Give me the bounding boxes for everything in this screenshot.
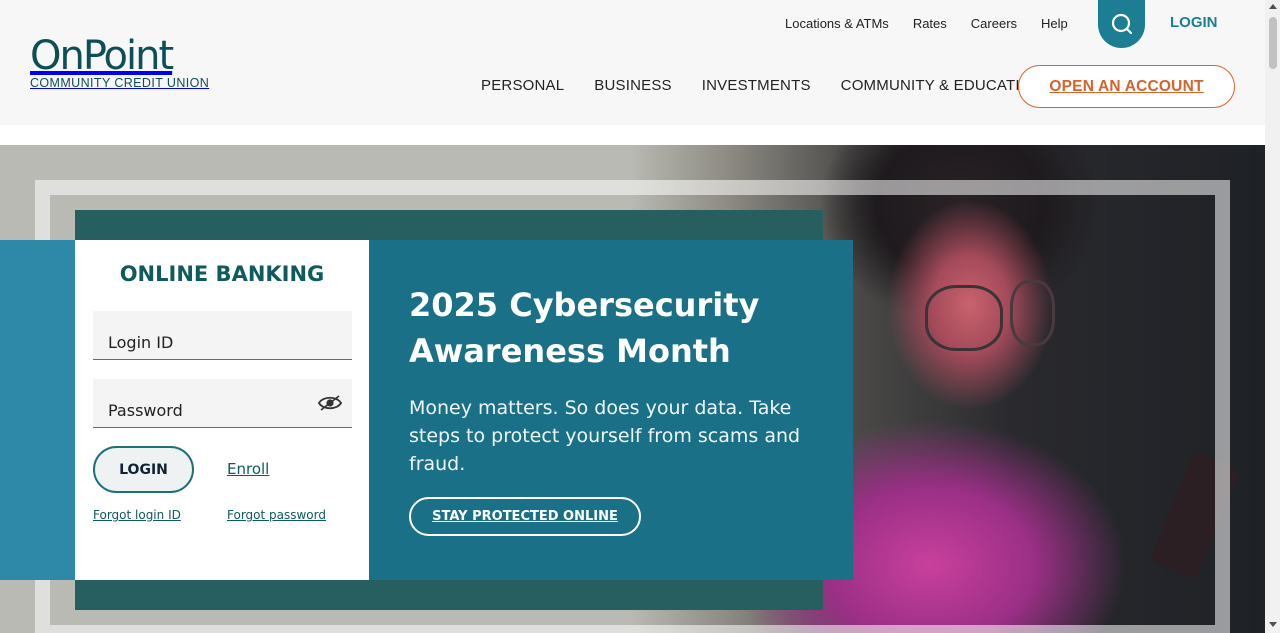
util-link-rates[interactable]: Rates <box>913 16 947 31</box>
enroll-link[interactable]: Enroll <box>227 460 269 478</box>
scroll-down-arrow-icon[interactable] <box>1269 622 1277 627</box>
util-link-locations[interactable]: Locations & ATMs <box>785 16 889 31</box>
promo-body: Money matters. So does your data. Take s… <box>409 397 801 475</box>
nav-personal[interactable]: PERSONAL <box>481 77 564 94</box>
logo-subtitle: COMMUNITY CREDIT UNION <box>30 76 210 90</box>
nav-business[interactable]: BUSINESS <box>594 77 671 94</box>
main-nav: PERSONAL BUSINESS INVESTMENTS COMMUNITY … <box>481 77 1043 94</box>
logo-wordmark: OnPoint <box>30 33 174 79</box>
online-banking-title: ONLINE BANKING <box>119 262 325 286</box>
login-button[interactable]: LOGIN <box>93 446 194 493</box>
forgot-login-id-link[interactable]: Forgot login ID <box>93 508 181 522</box>
nav-investments[interactable]: INVESTMENTS <box>702 77 811 94</box>
search-icon <box>1111 13 1132 35</box>
logo[interactable]: OnPoint COMMUNITY CREDIT UNION <box>30 34 209 90</box>
eye-icon[interactable] <box>317 394 343 416</box>
login-id-field <box>93 311 352 360</box>
left-accent-band <box>0 240 76 580</box>
nav-community-education[interactable]: COMMUNITY & EDUCATION <box>841 77 1043 94</box>
header-divider <box>0 125 1265 145</box>
scrollbar[interactable] <box>1265 0 1280 633</box>
scrollbar-thumb[interactable] <box>1269 17 1277 69</box>
stay-protected-button[interactable]: STAY PROTECTED ONLINE <box>409 497 641 536</box>
online-banking-panel: ONLINE BANKING LOGIN Enroll Forgot login… <box>75 240 369 580</box>
util-link-help[interactable]: Help <box>1041 16 1068 31</box>
password-field <box>93 379 352 428</box>
hero-banner: ONLINE BANKING LOGIN Enroll Forgot login… <box>0 145 1265 633</box>
util-link-careers[interactable]: Careers <box>971 16 1017 31</box>
login-id-input[interactable] <box>93 311 352 359</box>
promo-title: 2025 Cybersecurity Awareness Month <box>409 286 760 370</box>
scroll-up-arrow-icon[interactable] <box>1269 4 1277 9</box>
password-input[interactable] <box>93 379 352 427</box>
header-login-link[interactable]: LOGIN <box>1170 14 1218 31</box>
open-account-button[interactable]: OPEN AN ACCOUNT <box>1018 65 1235 108</box>
forgot-password-link[interactable]: Forgot password <box>227 508 326 522</box>
search-button[interactable] <box>1098 0 1145 48</box>
utility-nav: Locations & ATMs Rates Careers Help <box>785 16 1068 31</box>
site-header: OnPoint COMMUNITY CREDIT UNION Locations… <box>0 0 1265 125</box>
